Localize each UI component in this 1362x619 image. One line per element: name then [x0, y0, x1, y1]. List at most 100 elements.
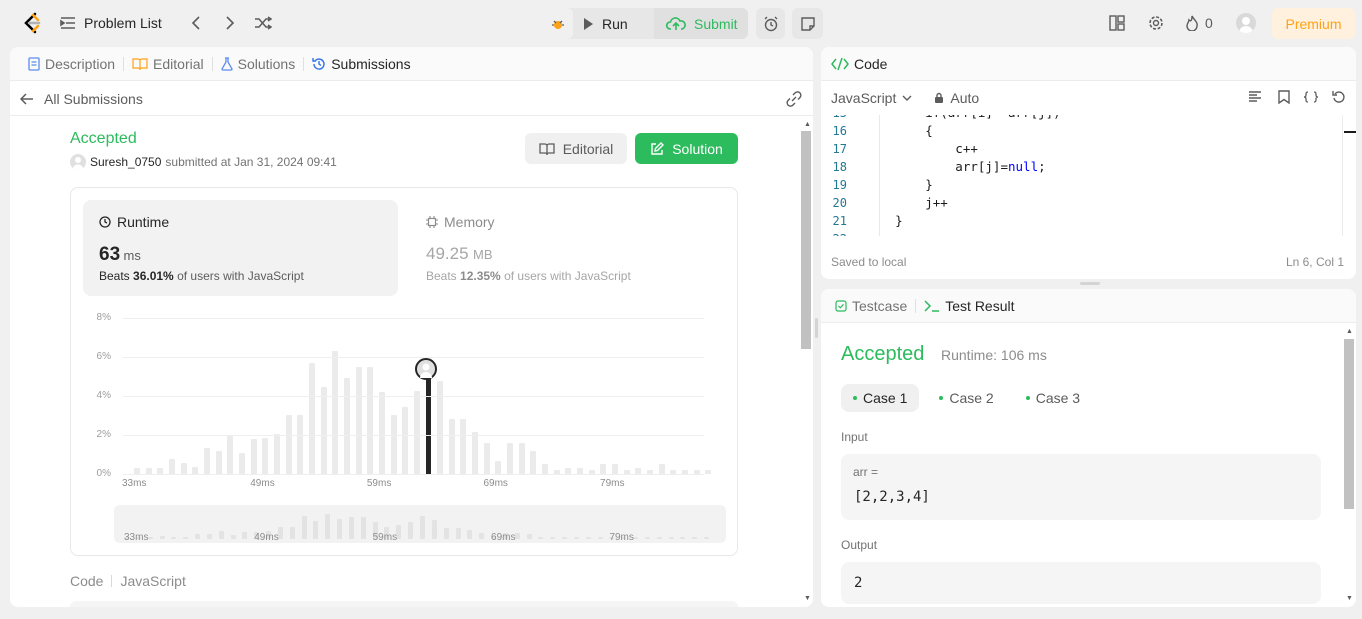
runtime-bar[interactable] [238, 452, 245, 474]
runtime-bar[interactable] [192, 467, 199, 474]
editor-scrollbar[interactable] [1342, 115, 1356, 236]
link-icon[interactable] [785, 91, 803, 107]
shuffle-icon[interactable] [252, 13, 274, 33]
runtime-bar[interactable] [658, 464, 665, 474]
case-tab-1[interactable]: Case 1 [841, 384, 920, 412]
code-text: } [865, 213, 903, 228]
code-line[interactable]: 17 c++ [821, 140, 1342, 158]
runtime-bar[interactable] [402, 406, 409, 474]
runtime-bar[interactable] [378, 392, 385, 474]
runtime-bar[interactable] [612, 464, 619, 474]
runtime-bar[interactable] [472, 432, 479, 474]
flask-icon [220, 56, 233, 71]
runtime-bar[interactable] [308, 362, 315, 474]
premium-button[interactable]: Premium [1272, 8, 1355, 39]
runtime-bar[interactable] [355, 366, 362, 474]
format-icon[interactable] [1248, 91, 1262, 103]
runtime-bar[interactable] [425, 363, 431, 474]
editorial-button[interactable]: Editorial [525, 133, 627, 164]
runtime-bar[interactable] [250, 438, 257, 474]
debug-icon[interactable] [542, 8, 573, 39]
problem-list-button[interactable]: Problem List [60, 13, 162, 33]
timer-icon[interactable] [756, 8, 785, 39]
runtime-bar[interactable] [203, 447, 210, 474]
prev-problem-icon[interactable] [186, 13, 206, 33]
runtime-bar[interactable] [530, 450, 537, 474]
vertical-resize-handle[interactable] [1080, 282, 1100, 285]
runtime-bar[interactable] [460, 419, 467, 474]
gear-icon[interactable] [1146, 13, 1166, 33]
runtime-distribution-chart[interactable]: 8% 6% 4% 2% 0% 33ms 49ms 59ms 69ms 79ms [83, 310, 726, 495]
solution-button[interactable]: Solution [635, 133, 738, 164]
runtime-bar[interactable] [483, 442, 490, 474]
runtime-bar[interactable] [227, 435, 234, 474]
chart-range-selector[interactable]: 33ms 49ms 59ms 69ms 79ms [114, 505, 726, 543]
run-button[interactable]: Run [582, 8, 628, 39]
code-line[interactable]: 18 arr[j]=null; [821, 158, 1342, 176]
code-line[interactable]: 15 if(arr[i]==arr[j]) [821, 115, 1342, 122]
panel-resize-handle[interactable] [815, 318, 818, 338]
runtime-bar[interactable] [180, 463, 187, 474]
case-tab-3[interactable]: Case 3 [1014, 384, 1092, 412]
runtime-bar[interactable] [215, 450, 222, 474]
runtime-bar[interactable] [285, 414, 292, 474]
runtime-bar[interactable] [448, 419, 455, 474]
left-scrollbar[interactable]: ▲ ▼ [801, 117, 813, 607]
tab-test-result[interactable]: Test Result [918, 298, 1020, 314]
memory-card[interactable]: Memory 49.25 MB Beats 12.35% of users wi… [414, 200, 729, 296]
runtime-bar[interactable] [273, 434, 280, 474]
runtime-bar[interactable] [705, 470, 712, 474]
code-line[interactable]: 22 [821, 230, 1342, 236]
runtime-card[interactable]: Runtime 63 ms Beats 36.01% of users with… [83, 200, 398, 296]
curly-braces-icon[interactable] [1303, 91, 1319, 103]
code-editor[interactable]: 15 if(arr[i]==arr[j])16 {17 c++18 arr[j]… [821, 115, 1342, 236]
tab-solutions[interactable]: Solutions [215, 56, 302, 72]
runtime-bar[interactable] [507, 442, 514, 474]
avatar[interactable] [1236, 13, 1256, 33]
runtime-bar[interactable] [168, 459, 175, 474]
code-line[interactable]: 19 } [821, 176, 1342, 194]
all-submissions-link[interactable]: All Submissions [10, 91, 143, 107]
submit-button[interactable]: Submit [654, 8, 748, 39]
tab-editorial[interactable]: Editorial [126, 56, 210, 72]
all-submissions-label: All Submissions [44, 90, 143, 107]
top-bar: Problem List Run Submit 0 Premium [0, 0, 1362, 46]
result-scrollbar[interactable]: ▲ ▼ [1343, 325, 1355, 607]
reset-icon[interactable] [1332, 90, 1346, 104]
runtime-bar[interactable] [600, 464, 607, 474]
tab-code[interactable]: Code [831, 56, 887, 72]
runtime-bar[interactable] [320, 387, 327, 474]
runtime-bar[interactable] [343, 378, 350, 474]
streak-counter[interactable]: 0 [1185, 13, 1213, 33]
language-select[interactable]: JavaScript [821, 90, 912, 106]
scroll-up-arrow-icon[interactable]: ▲ [804, 121, 811, 128]
runtime-bar[interactable] [495, 461, 502, 474]
tab-testcase[interactable]: Testcase [829, 298, 913, 314]
tab-description[interactable]: Description [22, 56, 121, 72]
runtime-bar[interactable] [390, 414, 397, 474]
code-line[interactable]: 20 j++ [821, 194, 1342, 212]
runtime-bar[interactable] [542, 464, 549, 474]
runtime-bar[interactable] [297, 414, 304, 474]
runtime-bar[interactable] [413, 391, 420, 474]
scroll-down-arrow-icon[interactable]: ▼ [804, 595, 811, 602]
tab-submissions[interactable]: Submissions [306, 56, 416, 72]
scroll-thumb[interactable] [801, 131, 811, 349]
layout-icon[interactable] [1107, 13, 1127, 33]
auto-mode-toggle[interactable]: Auto [912, 90, 979, 106]
case-tab-2[interactable]: Case 2 [927, 384, 1005, 412]
scroll-thumb[interactable] [1344, 339, 1354, 509]
code-line[interactable]: 21 } [821, 212, 1342, 230]
scroll-up-arrow-icon[interactable]: ▲ [1346, 328, 1353, 335]
bookmark-icon[interactable] [1278, 90, 1290, 104]
username[interactable]: Suresh_0750 [90, 155, 161, 169]
next-problem-icon[interactable] [220, 13, 240, 33]
leetcode-logo-icon[interactable] [22, 12, 42, 34]
runtime-bar[interactable] [367, 366, 374, 474]
code-line[interactable]: 16 { [821, 122, 1342, 140]
notes-icon[interactable] [792, 8, 823, 39]
runtime-bar[interactable] [332, 351, 339, 474]
runtime-bar[interactable] [518, 442, 525, 474]
scroll-down-arrow-icon[interactable]: ▼ [1346, 595, 1353, 602]
runtime-bar[interactable] [262, 437, 269, 474]
